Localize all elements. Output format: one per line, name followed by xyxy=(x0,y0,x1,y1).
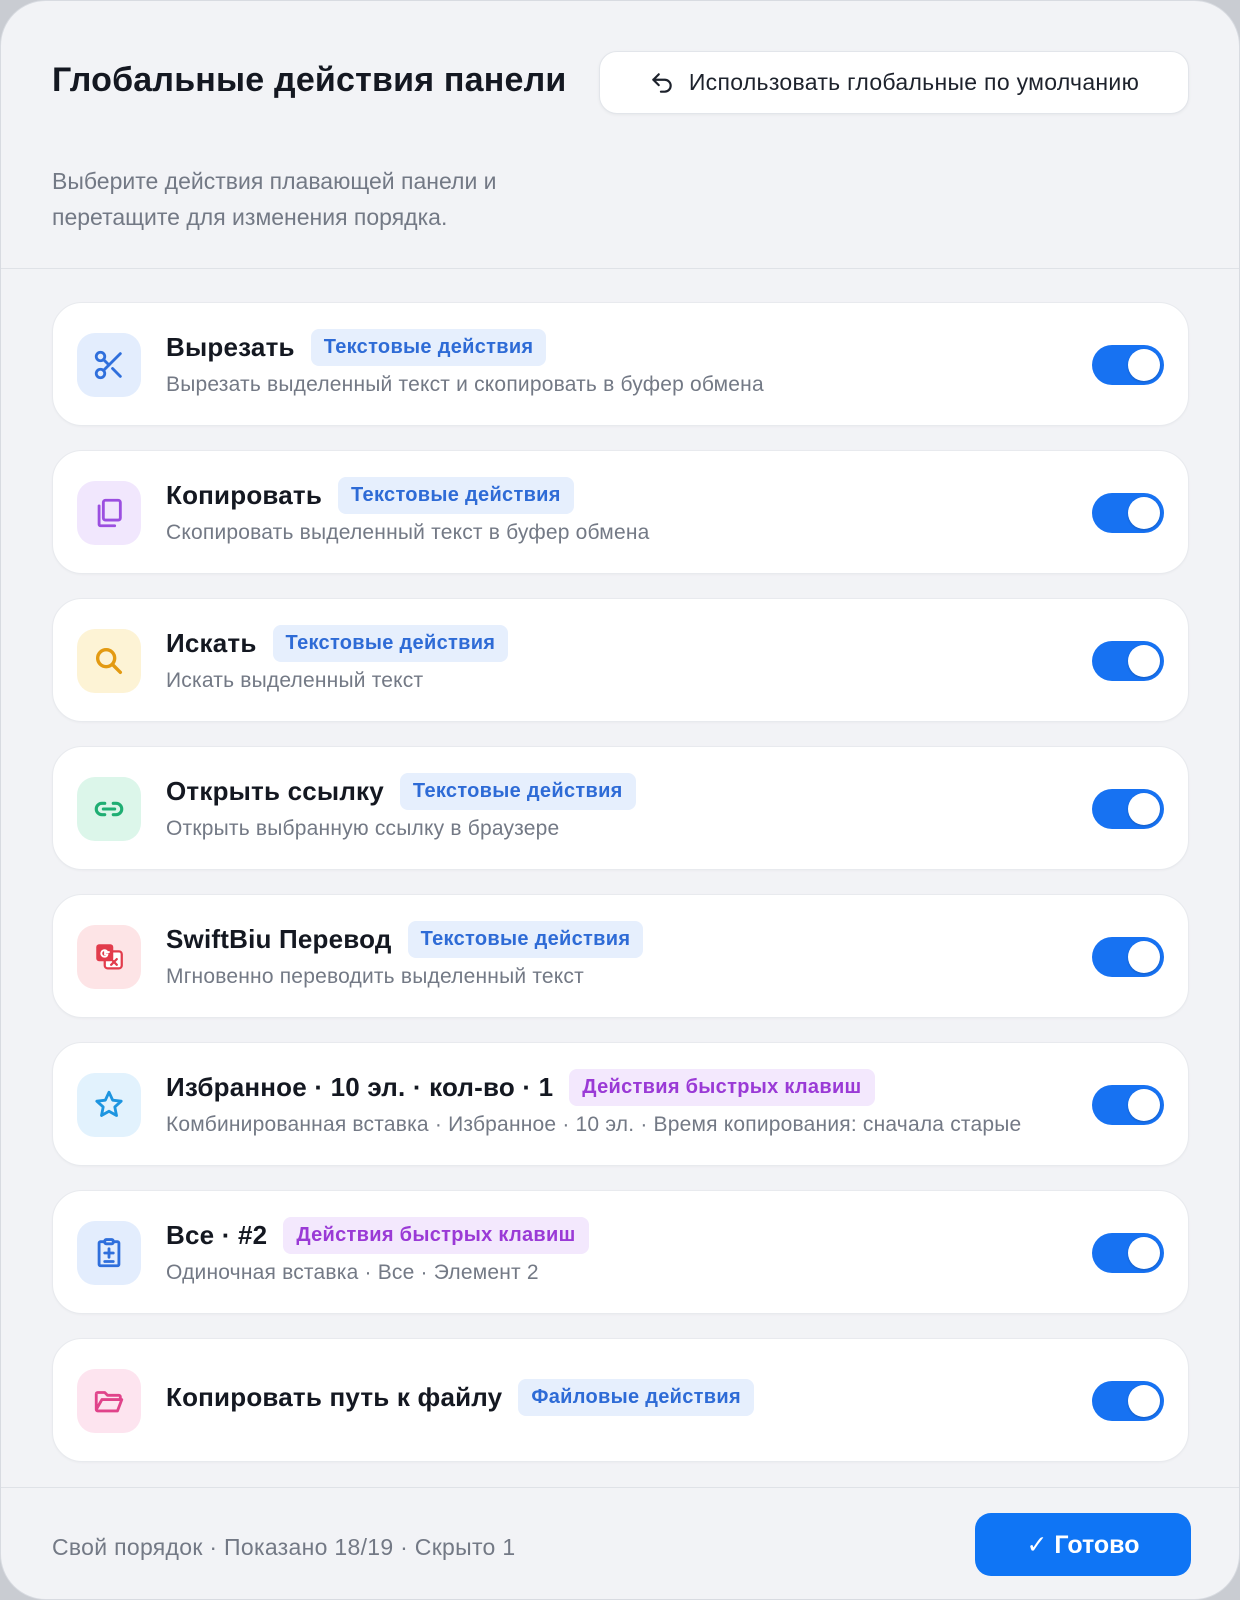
action-toggle[interactable] xyxy=(1092,937,1164,977)
action-title: Все · #2 xyxy=(166,1220,268,1250)
panel-footer: Свой порядок · Показано 18/19 · Скрыто 1… xyxy=(1,1487,1239,1599)
action-description: Искать выделенный текст xyxy=(166,669,424,692)
action-icon-tile xyxy=(77,333,141,397)
action-icon-tile xyxy=(77,481,141,545)
action-row-open-link[interactable]: Открыть ссылку Текстовые действия Открыт… xyxy=(52,746,1189,870)
action-toggle[interactable] xyxy=(1092,1233,1164,1273)
action-description: Открыть выбранную ссылку в браузере xyxy=(166,817,560,840)
toggle-knob xyxy=(1128,497,1160,529)
panel-header: Глобальные действия панели Выберите дейс… xyxy=(1,1,1239,269)
action-description: Мгновенно переводить выделенный текст xyxy=(166,965,584,988)
order-status-text: Свой порядок · Показано 18/19 · Скрыто 1 xyxy=(52,1534,516,1560)
star-icon xyxy=(95,1090,123,1117)
use-global-defaults-label: Использовать глобальные по умолчанию xyxy=(688,69,1140,95)
action-description: Вырезать выделенный текст и скопировать … xyxy=(166,373,764,396)
toggle-knob xyxy=(1128,941,1160,973)
action-toggle[interactable] xyxy=(1092,1381,1164,1421)
action-title: Избранное · 10 эл. · кол-во · 1 xyxy=(166,1072,554,1102)
toggle-knob xyxy=(1128,793,1160,825)
page-subtitle: Выберите действия плавающей панели и пер… xyxy=(52,168,497,230)
link-icon xyxy=(94,801,124,817)
page-title: Глобальные действия панели xyxy=(52,61,567,99)
category-badge: Текстовые действия xyxy=(338,477,574,514)
action-description: Комбинированная вставка · Избранное · 10… xyxy=(166,1113,1022,1136)
action-description: Одиночная вставка · Все · Элемент 2 xyxy=(166,1261,539,1284)
toggle-knob xyxy=(1128,1385,1160,1417)
action-title: SwiftBiu Перевод xyxy=(166,924,392,954)
action-toggle[interactable] xyxy=(1092,345,1164,385)
category-badge: Текстовые действия xyxy=(399,773,636,810)
done-button[interactable]: ✓ Готово xyxy=(975,1513,1191,1576)
folder-icon xyxy=(94,1391,124,1413)
global-actions-panel: Глобальные действия панели Выберите дейс… xyxy=(0,0,1240,1600)
paste-icon xyxy=(97,1238,121,1268)
use-global-defaults-button[interactable]: Использовать глобальные по умолчанию xyxy=(599,51,1189,114)
category-badge: Текстовые действия xyxy=(310,329,547,366)
action-row-translate[interactable]: SwiftBiu Перевод Текстовые действия Мгно… xyxy=(52,894,1189,1018)
action-icon-tile xyxy=(77,1369,141,1433)
undo-icon xyxy=(652,72,672,93)
toggle-knob xyxy=(1128,349,1160,381)
action-icon-tile xyxy=(77,629,141,693)
action-title: Вырезать xyxy=(166,332,295,362)
action-toggle[interactable] xyxy=(1092,493,1164,533)
search-icon xyxy=(95,647,123,675)
action-title: Копировать путь к файлу xyxy=(166,1382,503,1412)
action-icon-tile xyxy=(77,1221,141,1285)
action-row-copy[interactable]: Копировать Текстовые действия Скопироват… xyxy=(52,450,1189,574)
action-icon-tile xyxy=(77,925,141,989)
category-badge: Текстовые действия xyxy=(407,921,644,958)
action-toggle[interactable] xyxy=(1092,789,1164,829)
action-description: Скопировать выделенный текст в буфер обм… xyxy=(166,521,650,544)
copy-icon xyxy=(97,498,122,528)
action-toggle[interactable] xyxy=(1092,1085,1164,1125)
category-badge: Действия быстрых клавиш xyxy=(569,1069,875,1106)
actions-list: Вырезать Текстовые действия Вырезать выд… xyxy=(52,302,1189,1486)
toggle-knob xyxy=(1128,1237,1160,1269)
action-toggle[interactable] xyxy=(1092,641,1164,681)
toggle-knob xyxy=(1128,1089,1160,1121)
category-badge: Текстовые действия xyxy=(272,625,509,662)
action-row-favorites[interactable]: Избранное · 10 эл. · кол-во · 1 Действия… xyxy=(52,1042,1189,1166)
scissors-icon xyxy=(94,350,122,380)
action-row-cut[interactable]: Вырезать Текстовые действия Вырезать выд… xyxy=(52,302,1189,426)
category-badge: Действия быстрых клавиш xyxy=(283,1217,589,1254)
action-title: Открыть ссылку xyxy=(166,776,384,806)
action-title: Копировать xyxy=(166,480,323,510)
action-icon-tile xyxy=(77,777,141,841)
action-row-copy-file-path[interactable]: Копировать путь к файлу Файловые действи… xyxy=(52,1338,1189,1462)
action-row-all-2[interactable]: Все · #2 Действия быстрых клавиш Одиночн… xyxy=(52,1190,1189,1314)
action-title: Искать xyxy=(166,628,257,658)
action-row-search[interactable]: Искать Текстовые действия Искать выделен… xyxy=(52,598,1189,722)
action-icon-tile xyxy=(77,1073,141,1137)
category-badge: Файловые действия xyxy=(518,1379,754,1416)
translate-icon xyxy=(96,944,123,970)
toggle-knob xyxy=(1128,645,1160,677)
